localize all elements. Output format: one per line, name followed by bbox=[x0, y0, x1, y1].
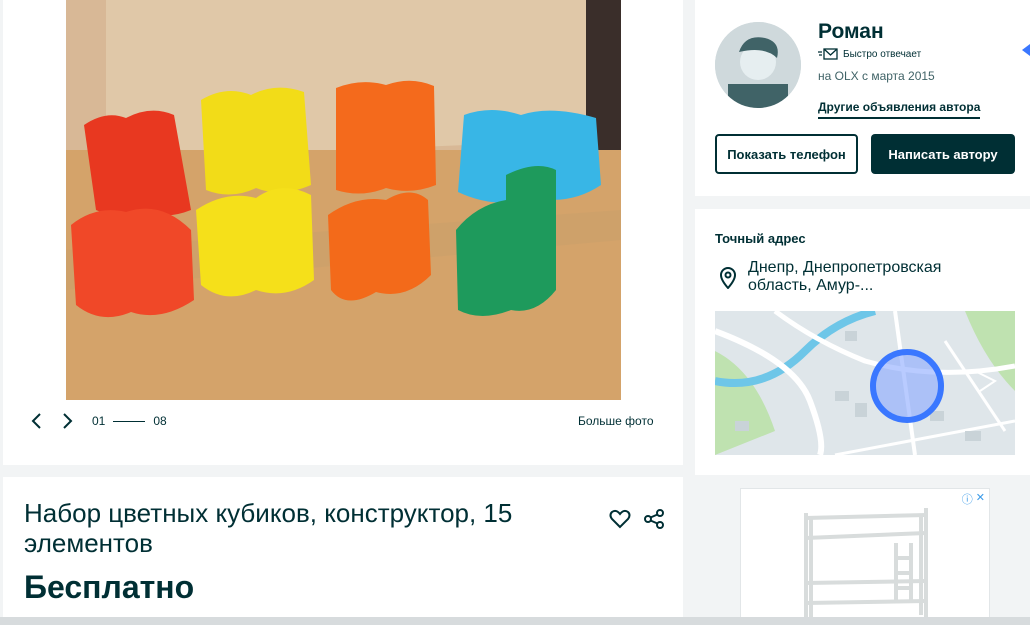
photo-gallery: 01 08 Больше фото bbox=[3, 0, 683, 465]
show-phone-button[interactable]: Показать телефон bbox=[715, 134, 858, 174]
ad-info-icon[interactable]: ⓘ bbox=[962, 491, 973, 507]
envelope-icon bbox=[818, 48, 838, 60]
photo-total: 08 bbox=[153, 414, 167, 428]
favorite-heart-icon[interactable] bbox=[608, 507, 632, 531]
prev-photo-icon[interactable] bbox=[27, 411, 47, 431]
listing-title: Набор цветных кубиков, конструктор, 15 э… bbox=[24, 498, 513, 558]
photo-current: 01 bbox=[92, 414, 106, 428]
write-author-button[interactable]: Написать автору bbox=[871, 134, 1015, 174]
address-text: Днепр, Днепропетровская область, Амур-..… bbox=[748, 259, 942, 294]
fast-reply-badge: Быстро отвечает bbox=[818, 48, 921, 60]
listing-price: Бесплатно bbox=[24, 569, 195, 605]
next-photo-icon[interactable] bbox=[57, 411, 77, 431]
listing-title-card: Набор цветных кубиков, конструктор, 15 э… bbox=[3, 477, 683, 625]
location-map[interactable] bbox=[715, 311, 1015, 455]
address-label: Точный адрес bbox=[715, 231, 806, 246]
share-icon[interactable] bbox=[642, 507, 666, 531]
listing-photo[interactable] bbox=[66, 0, 621, 400]
other-ads-link[interactable]: Другие объявления автора bbox=[818, 100, 981, 119]
fast-reply-label: Быстро отвечает bbox=[843, 48, 922, 60]
location-pin-icon bbox=[719, 267, 737, 289]
seller-card: Роман Быстро отвечает на OLX с марта 201… bbox=[695, 0, 1030, 196]
ad-close-icon[interactable]: ✕ bbox=[976, 491, 985, 507]
ad-controls[interactable]: ⓘ ✕ bbox=[962, 491, 985, 507]
side-indicator-icon bbox=[1022, 44, 1030, 56]
bottom-scrollbar[interactable] bbox=[0, 617, 1030, 625]
seller-name: Роман bbox=[818, 20, 884, 43]
seller-since: на OLX с марта 2015 bbox=[818, 69, 935, 83]
photo-counter: 01 08 bbox=[92, 414, 167, 428]
bigger-photo-link[interactable]: Больше фото bbox=[578, 414, 654, 428]
bunk-bed-image bbox=[804, 508, 928, 621]
avatar bbox=[715, 22, 801, 108]
advertisement[interactable]: ⓘ ✕ bbox=[740, 488, 990, 625]
address-card: Точный адрес Днепр, Днепропетровская обл… bbox=[695, 209, 1030, 475]
counter-divider bbox=[113, 420, 146, 422]
